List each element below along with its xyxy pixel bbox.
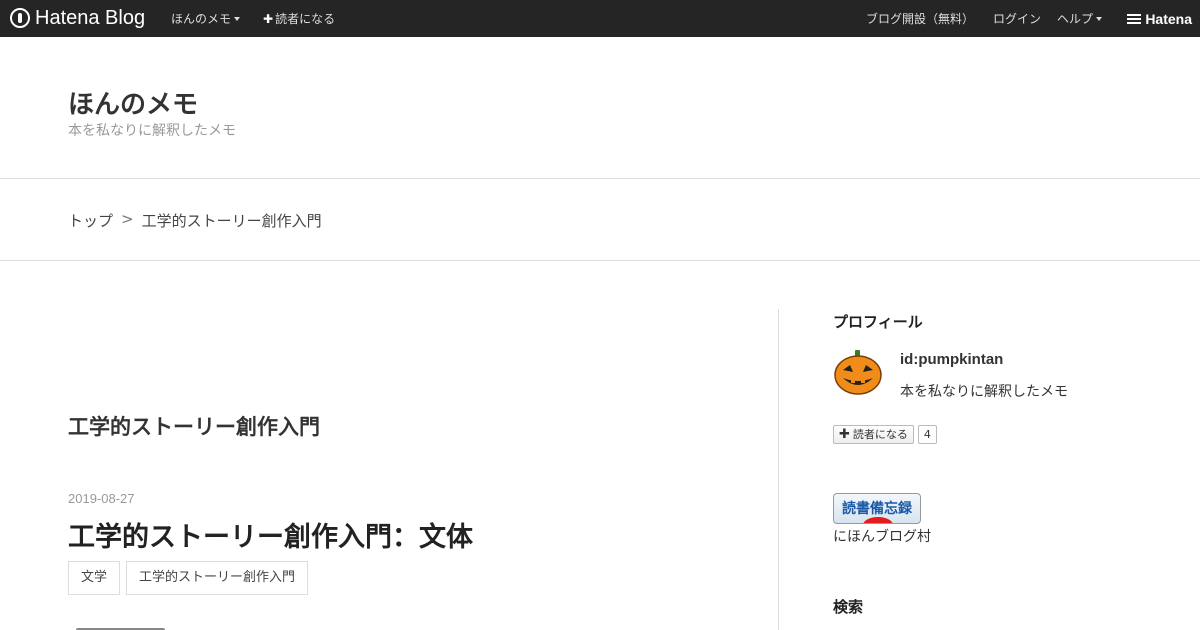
entry-tags: 文学 工学的ストーリー創作入門 (68, 561, 309, 595)
profile-description: 本を私なりに解釈したメモ (900, 384, 1068, 400)
plus-icon: ✚ (263, 11, 274, 26)
pumpkin-avatar-icon[interactable] (833, 348, 883, 398)
subscriber-count[interactable]: 4 (917, 425, 937, 444)
logo-text: Hatena Blog (35, 6, 146, 29)
caret-down-icon (1096, 16, 1103, 21)
hatena-brand-link[interactable]: Hatena (1127, 0, 1192, 37)
blog-title[interactable]: ほんのメモ (68, 84, 198, 121)
profile-heading: プロフィール (833, 313, 923, 331)
hatena-blog-mark-icon (10, 8, 30, 28)
help-label: ヘルプ (1057, 12, 1094, 26)
help-dropdown[interactable]: ヘルプ (1057, 0, 1103, 37)
subscribe-button-label: 読者になる (852, 428, 908, 441)
category-title: 工学的ストーリー創作入門 (68, 415, 320, 439)
breadcrumb-top-link[interactable]: トップ (68, 210, 113, 231)
subscribe-button[interactable]: ✚ 読者になる (833, 425, 914, 444)
caret-down-icon (234, 16, 241, 21)
breadcrumb-current: 工学的ストーリー創作入門 (141, 212, 322, 230)
hatena-stripe-icon (1127, 13, 1142, 24)
search-heading: 検索 (833, 598, 864, 616)
profile-id-link[interactable]: id:pumpkintan (900, 351, 1003, 368)
breadcrumb: トップ > 工学的ストーリー創作入門 (68, 210, 322, 231)
tag-link[interactable]: 工学的ストーリー創作入門 (126, 561, 309, 595)
subscribe-link[interactable]: ✚ 読者になる (263, 0, 335, 37)
rising-sun-icon (863, 517, 893, 523)
open-blog-label: ブログ開設（無料） (866, 12, 975, 26)
breadcrumb-section: トップ > 工学的ストーリー創作入門 (0, 179, 1200, 261)
tag-link[interactable]: 文学 (68, 561, 121, 595)
hatena-blog-logo[interactable]: Hatena Blog (10, 7, 145, 29)
blog-menu-label: ほんのメモ (171, 12, 232, 26)
blog-header: ほんのメモ 本を私なりに解釈したメモ (0, 37, 1200, 179)
nihon-blog-village-link[interactable]: にほんブログ村 (833, 526, 931, 546)
hatena-brand-text: Hatena (1145, 10, 1192, 27)
blog-description: 本を私なりに解釈したメモ (68, 123, 236, 139)
blog-menu-dropdown[interactable]: ほんのメモ (171, 0, 241, 37)
reading-memo-banner[interactable]: 読書備忘録 (833, 493, 921, 524)
login-label: ログイン (993, 12, 1042, 26)
column-divider (778, 309, 779, 630)
login-link[interactable]: ログイン (993, 0, 1041, 37)
global-header: Hatena Blog ほんのメモ ✚ 読者になる ブログ開設（無料） ログイン… (0, 0, 1200, 37)
plus-icon: ✚ (839, 427, 850, 442)
entry-date[interactable]: 2019-08-27 (68, 491, 135, 506)
entry-title[interactable]: 工学的ストーリー創作入門：文体 (68, 515, 473, 554)
open-blog-link[interactable]: ブログ開設（無料） (866, 0, 974, 37)
banner-text: 読書備忘録 (842, 501, 912, 517)
breadcrumb-separator: > (121, 210, 134, 228)
subscribe-label: 読者になる (275, 12, 336, 26)
subscribe-widget: ✚ 読者になる 4 (833, 425, 937, 444)
